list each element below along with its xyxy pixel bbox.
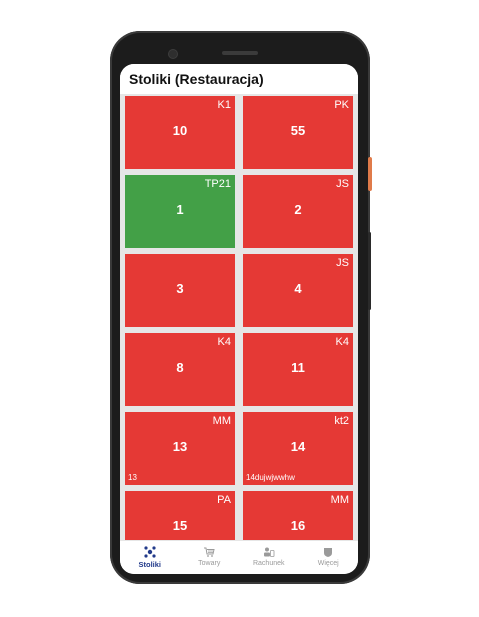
cart-icon xyxy=(204,547,215,557)
table-tile[interactable]: 3 xyxy=(125,254,235,327)
table-note: 13 xyxy=(128,473,137,482)
power-button xyxy=(368,157,372,191)
table-number: 2 xyxy=(294,202,302,217)
table-number: 1 xyxy=(176,202,184,217)
nav-label: Więcej xyxy=(317,560,339,567)
table-waiter-code: K4 xyxy=(335,336,349,348)
table-number: 55 xyxy=(290,123,306,138)
table-tile[interactable]: TP21 1 xyxy=(125,175,235,248)
table-waiter-code: PA xyxy=(217,494,231,506)
table-number: 16 xyxy=(290,518,306,533)
table-waiter-code: K1 xyxy=(217,99,231,111)
table-tile[interactable]: K4 8 xyxy=(125,333,235,406)
volume-button xyxy=(368,232,371,310)
nav-label: Stoliki xyxy=(138,560,161,569)
table-waiter-code: JS xyxy=(336,178,349,190)
table-number: 11 xyxy=(291,360,305,375)
table-tile[interactable]: MM 16 xyxy=(243,491,353,540)
table-waiter-code: JS xyxy=(336,257,349,269)
receipt-icon xyxy=(263,547,275,557)
nav-item-wiecej[interactable]: Więcej xyxy=(299,541,359,574)
front-camera xyxy=(169,50,177,58)
more-icon xyxy=(324,548,333,557)
table-tile[interactable]: JS 2 xyxy=(243,175,353,248)
table-waiter-code: PK xyxy=(334,99,349,111)
nav-item-rachunek[interactable]: Rachunek xyxy=(239,541,299,574)
app-screen: Stoliki (Restauracja) K1 10 PK 55 TP21 1 JS 2 3 J… xyxy=(120,64,358,574)
table-number: 8 xyxy=(176,360,184,375)
table-note: 14dujwjwwhw xyxy=(246,473,295,482)
table-waiter-code: kt2 xyxy=(334,415,349,427)
table-waiter-code: MM xyxy=(330,494,349,506)
table-tile[interactable]: PA 15 xyxy=(125,491,235,540)
tables-grid[interactable]: K1 10 PK 55 TP21 1 JS 2 3 JS 4 K4 8 K4 11 MM 13 13 kt2 14 14… xyxy=(120,94,358,540)
table-tile[interactable]: K1 10 xyxy=(125,96,235,169)
table-waiter-code: TP21 xyxy=(204,178,231,190)
table-tile[interactable]: JS 4 xyxy=(243,254,353,327)
nav-label: Towary xyxy=(198,560,221,567)
page-title: Stoliki (Restauracja) xyxy=(129,71,264,87)
table-number: 13 xyxy=(172,439,188,454)
tables-icon xyxy=(144,546,156,558)
table-number: 10 xyxy=(172,123,188,138)
table-waiter-code: MM xyxy=(212,415,231,427)
table-tile[interactable]: K4 11 xyxy=(243,333,353,406)
app-bar: Stoliki (Restauracja) xyxy=(120,64,358,94)
table-tile[interactable]: MM 13 13 xyxy=(125,412,235,485)
table-tile[interactable]: kt2 14 14dujwjwwhw xyxy=(243,412,353,485)
table-waiter-code: K4 xyxy=(217,336,231,348)
bottom-navigation: Stoliki Towary Rachunek Więcej xyxy=(120,540,358,574)
table-number: 3 xyxy=(176,281,184,296)
table-number: 15 xyxy=(172,518,188,533)
table-tile[interactable]: PK 55 xyxy=(243,96,353,169)
nav-item-stoliki[interactable]: Stoliki xyxy=(120,541,180,574)
nav-item-towary[interactable]: Towary xyxy=(180,541,240,574)
table-number: 14 xyxy=(290,439,306,454)
nav-label: Rachunek xyxy=(252,560,285,567)
earpiece-speaker xyxy=(222,51,258,55)
table-number: 4 xyxy=(294,281,302,296)
